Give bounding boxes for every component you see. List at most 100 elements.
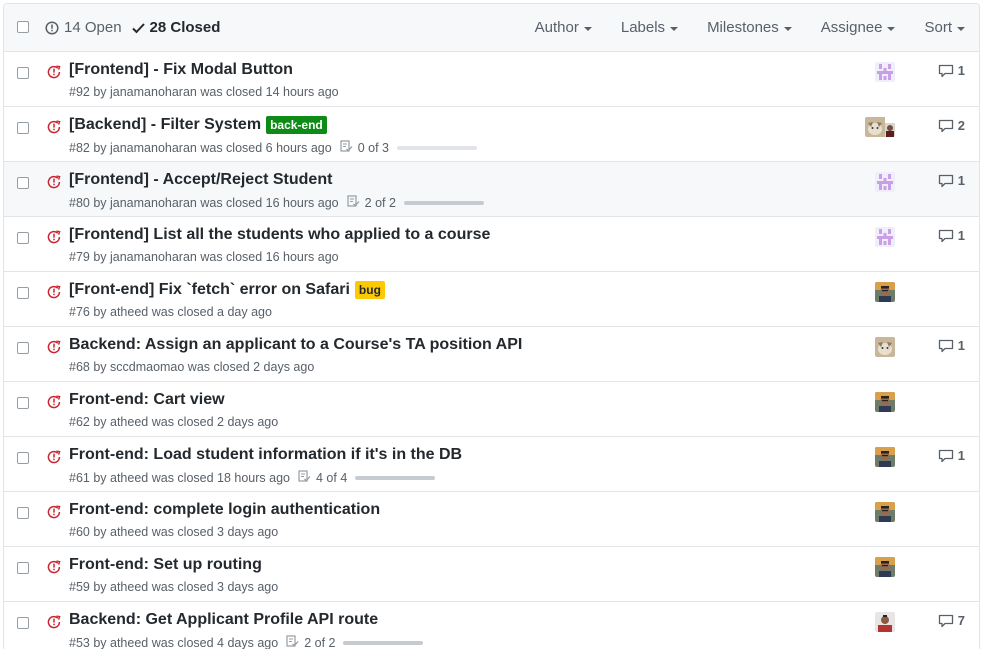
comment-icon	[938, 614, 958, 628]
issue-row[interactable]: [Frontend] - Accept/Reject Student #80 by…	[4, 162, 979, 217]
issue-row[interactable]: [Backend] - Filter System back-end #82 by …	[4, 107, 979, 162]
checklist-icon	[340, 140, 358, 155]
task-progress: 0 of 3	[340, 140, 477, 155]
task-progress-bar	[343, 640, 424, 645]
comment-count: 7	[957, 613, 965, 628]
comment-icon	[938, 64, 958, 78]
issue-row[interactable]: Backend: Assign an applicant to a Course…	[4, 327, 979, 382]
issue-meta: #82 by janamanoharan was closed 6 hours …	[69, 140, 332, 155]
issue-closed-icon	[47, 175, 61, 194]
issue-row[interactable]: [Frontend] List all the students who app…	[4, 217, 979, 272]
issue-title-link[interactable]: Front-end: Cart view	[69, 391, 225, 409]
issue-checkbox[interactable]	[17, 452, 29, 464]
comment-count: 1	[957, 63, 965, 78]
labels-filter[interactable]: Labels	[620, 19, 679, 36]
comment-count: 1	[957, 173, 965, 188]
assignee-avatar[interactable]	[865, 117, 895, 137]
comments-link[interactable]: 1	[938, 448, 965, 463]
issue-title-link[interactable]: Backend: Get Applicant Profile API route	[69, 611, 378, 629]
comments-link[interactable]: 1	[938, 173, 965, 188]
comments-link[interactable]: 1	[938, 63, 965, 78]
issue-checkbox[interactable]	[17, 67, 29, 79]
issue-title-link[interactable]: Front-end: Set up routing	[69, 556, 262, 574]
caret-down-icon	[670, 26, 679, 31]
caret-down-icon	[887, 26, 896, 31]
issue-row[interactable]: [Frontend] - Fix Modal Button #92 by jana…	[4, 52, 979, 107]
caret-down-icon	[583, 26, 592, 31]
filter-bar: Author Labels Milestones Assignee Sort	[506, 19, 965, 36]
issue-checkbox[interactable]	[17, 397, 29, 409]
issue-closed-icon	[47, 340, 61, 359]
issue-checkbox[interactable]	[17, 617, 29, 629]
task-progress: 2 of 2	[286, 635, 424, 649]
task-progress-bar	[355, 475, 436, 480]
comments-link[interactable]: 2	[938, 118, 965, 133]
issues-list: 14 Open 28 Closed Author Labels Mileston…	[3, 3, 980, 649]
issue-meta: #60 by atheed was closed 3 days ago	[69, 525, 279, 539]
assignee-avatar[interactable]	[875, 282, 895, 302]
assignee-avatar[interactable]	[875, 612, 895, 632]
comments-link[interactable]: 1	[938, 338, 965, 353]
assignee-avatar[interactable]	[875, 392, 895, 412]
issue-row[interactable]: Front-end: Cart view #62 by atheed was cl…	[4, 382, 979, 437]
assignee-avatar[interactable]	[875, 557, 895, 577]
issue-row[interactable]: Backend: Get Applicant Profile API route…	[4, 602, 979, 649]
task-progress-bar	[403, 200, 484, 205]
check-icon	[131, 22, 145, 33]
assignee-avatar[interactable]	[875, 337, 895, 357]
comment-icon	[938, 339, 958, 353]
comment-icon	[938, 229, 958, 243]
comments-link[interactable]: 7	[938, 613, 965, 628]
checklist-icon	[298, 470, 316, 485]
issue-checkbox[interactable]	[17, 287, 29, 299]
issue-checkbox[interactable]	[17, 562, 29, 574]
issue-title-link[interactable]: [Frontend] List all the students who app…	[69, 226, 490, 244]
issue-title-link[interactable]: [Front-end] Fix `fetch` error on Safari	[69, 281, 350, 299]
issue-checkbox[interactable]	[17, 177, 29, 189]
issue-label[interactable]: bug	[354, 281, 385, 299]
issue-meta: #62 by atheed was closed 2 days ago	[69, 415, 279, 429]
milestones-filter[interactable]: Milestones	[707, 19, 792, 36]
issue-rows: [Frontend] - Fix Modal Button #92 by jana…	[4, 52, 979, 649]
comments-link[interactable]: 1	[938, 228, 965, 243]
issue-title-link[interactable]: [Frontend] - Accept/Reject Student	[69, 171, 332, 189]
issue-checkbox[interactable]	[17, 122, 29, 134]
issue-title-link[interactable]: [Backend] - Filter System	[69, 116, 261, 134]
assignee-avatar[interactable]	[875, 62, 895, 82]
author-filter[interactable]: Author	[535, 19, 592, 36]
sort-filter-label: Sort	[924, 19, 952, 36]
labels-filter-label: Labels	[620, 19, 666, 36]
comment-count: 1	[957, 448, 965, 463]
task-progress: 2 of 2	[347, 195, 484, 210]
issue-title-link[interactable]: Backend: Assign an applicant to a Course…	[69, 336, 522, 354]
issue-checkbox[interactable]	[17, 232, 29, 244]
issue-title-link[interactable]: [Frontend] - Fix Modal Button	[69, 61, 293, 79]
issue-title-link[interactable]: Front-end: complete login authentication	[69, 501, 380, 519]
assignee-filter[interactable]: Assignee	[821, 19, 896, 36]
author-filter-label: Author	[534, 19, 579, 36]
issue-row[interactable]: Front-end: complete login authentication…	[4, 492, 979, 547]
issue-checkbox[interactable]	[17, 507, 29, 519]
assignee-avatar[interactable]	[875, 227, 895, 247]
comment-count: 1	[957, 338, 965, 353]
task-count: 0 of 3	[357, 140, 389, 155]
closed-count-label: 28 Closed	[149, 19, 221, 36]
assignee-avatar[interactable]	[875, 502, 895, 522]
issue-title-link[interactable]: Front-end: Load student information if i…	[69, 446, 462, 464]
open-issues-link[interactable]: 14 Open	[45, 19, 122, 36]
issue-row[interactable]: [Front-end] Fix `fetch` error on Safari b…	[4, 272, 979, 327]
issue-meta: #92 by janamanoharan was closed 14 hours…	[69, 85, 339, 99]
assignee-avatar[interactable]	[875, 172, 895, 192]
issue-closed-icon	[47, 65, 61, 84]
sort-filter[interactable]: Sort	[924, 19, 965, 36]
issue-checkbox[interactable]	[17, 342, 29, 354]
assignee-avatar[interactable]	[875, 447, 895, 467]
issue-meta: #59 by atheed was closed 3 days ago	[69, 580, 279, 594]
issue-row[interactable]: Front-end: Load student information if i…	[4, 437, 979, 492]
closed-issues-link[interactable]: 28 Closed	[131, 19, 221, 36]
task-count: 2 of 2	[364, 195, 396, 210]
issue-closed-icon	[47, 450, 61, 469]
select-all-checkbox[interactable]	[17, 21, 29, 33]
issue-label[interactable]: back-end	[266, 116, 327, 134]
issue-row[interactable]: Front-end: Set up routing #59 by atheed w…	[4, 547, 979, 602]
